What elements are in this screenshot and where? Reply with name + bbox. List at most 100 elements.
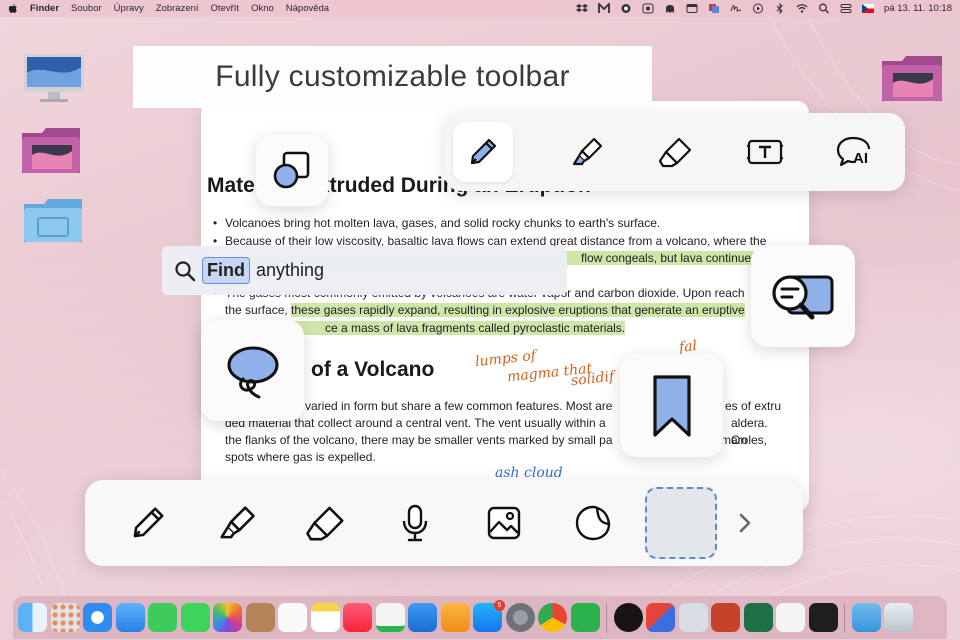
top-tool-toolbar: AI <box>445 113 905 191</box>
window-icon[interactable] <box>686 3 698 14</box>
dock-app-facetime[interactable] <box>148 603 177 632</box>
empty-tool-slot[interactable] <box>645 487 717 559</box>
dock-separator <box>606 602 607 633</box>
dock-app-finder[interactable] <box>18 603 47 632</box>
eraser-icon <box>305 506 343 541</box>
dock-app-spotify[interactable] <box>613 603 643 632</box>
ai-tool-button[interactable]: AI <box>809 122 898 182</box>
image-tool-button[interactable] <box>459 493 548 553</box>
shapes-tool-tile[interactable] <box>256 134 328 206</box>
find-keyword: Find <box>202 257 250 284</box>
paragraph-line: es of extru <box>725 399 782 413</box>
search-document-tile[interactable] <box>751 245 855 347</box>
ghost-icon[interactable] <box>664 3 676 14</box>
bullet-item: Volcanoes bring hot molten lava, gases, … <box>213 215 793 233</box>
czech-flag-icon[interactable] <box>862 3 875 14</box>
dock-app-keynote[interactable] <box>408 603 437 632</box>
dock-app-launchpad[interactable] <box>50 603 80 632</box>
dock-app-pages[interactable] <box>440 603 470 632</box>
dropbox-icon[interactable] <box>576 3 589 14</box>
eraser-tool-button-bottom[interactable] <box>281 493 370 553</box>
menubar-clock[interactable]: pá 13. 11. 10:18 <box>884 3 952 14</box>
blue-folder-icon[interactable] <box>22 196 84 244</box>
paragraph-line: maroles, <box>721 433 768 447</box>
play-icon[interactable] <box>752 3 764 14</box>
dock-app-mail[interactable] <box>115 603 145 632</box>
bullet-text: the surface, <box>225 303 292 317</box>
handwritten-note[interactable]: solidif <box>570 369 615 389</box>
dock-app-goodnotes[interactable] <box>776 603 805 632</box>
lasso-tool-tile[interactable] <box>201 320 304 421</box>
sticker-icon <box>575 505 610 541</box>
dock: 5 <box>12 595 948 640</box>
dock-app-messages[interactable] <box>180 603 210 632</box>
paragraph-line: spots where gas is expelled. <box>225 450 376 464</box>
apple-logo-icon[interactable] <box>8 3 18 14</box>
highlighter-tool-button-bottom[interactable] <box>192 493 281 553</box>
pen-icon <box>133 507 164 538</box>
control-center-icon[interactable] <box>840 3 852 14</box>
camera-icon[interactable] <box>620 3 632 14</box>
search-menubar-icon[interactable] <box>818 3 830 14</box>
dock-app-notes[interactable] <box>310 603 340 632</box>
find-bar[interactable]: Find anything <box>162 246 567 295</box>
ai-chat-icon: AI <box>836 136 870 167</box>
menu-bar: Finder Soubor Úpravy Zobrazení Otevřít O… <box>0 0 960 17</box>
menu-window[interactable]: Okno <box>251 3 274 14</box>
dock-app-folder[interactable] <box>851 603 881 632</box>
m-app-icon[interactable] <box>598 3 610 14</box>
banner-title: Fully customizable toolbar <box>215 60 570 93</box>
chevron-right-icon <box>739 513 751 533</box>
highlighter-tool-button[interactable] <box>542 122 631 182</box>
imac-drive-icon[interactable] <box>22 53 86 103</box>
pink-folder-topright-icon[interactable] <box>880 53 944 103</box>
dock-app-music[interactable] <box>343 603 372 632</box>
text-box-tool-button[interactable] <box>720 122 809 182</box>
dock-app-notes-brown[interactable] <box>245 603 275 632</box>
pen-tool-button[interactable] <box>453 122 513 182</box>
dock-app-dropbox-transfer[interactable] <box>646 603 675 632</box>
pen-tool-button-bottom[interactable] <box>103 493 192 553</box>
dock-app-safari[interactable] <box>83 603 112 632</box>
wifi-icon[interactable] <box>796 3 808 14</box>
dock-app-preview[interactable] <box>678 603 708 632</box>
more-tools-button[interactable] <box>725 493 765 553</box>
pink-folder-icon[interactable] <box>20 125 82 175</box>
bottom-tool-toolbar <box>85 480 803 566</box>
document-heading-2: of a Volcano <box>311 358 435 381</box>
translate-icon[interactable] <box>708 3 720 14</box>
dock-app-numbers[interactable] <box>375 603 405 632</box>
eraser-icon <box>658 137 691 168</box>
eraser-tool-button[interactable] <box>631 122 720 182</box>
dock-app-trash[interactable] <box>884 603 913 632</box>
dock-app-chrome[interactable] <box>538 603 567 632</box>
highlighter-icon <box>219 506 255 539</box>
search-icon <box>175 260 196 281</box>
dock-app-terminal[interactable] <box>808 603 838 632</box>
signature-icon[interactable] <box>730 3 742 14</box>
menu-help[interactable]: Nápověda <box>286 3 329 14</box>
menu-edit[interactable]: Úpravy <box>114 3 144 14</box>
dock-app-excel[interactable] <box>743 603 773 632</box>
dock-app-system-preferences[interactable] <box>505 603 535 632</box>
menu-file[interactable]: Soubor <box>71 3 102 14</box>
text-box-icon <box>746 139 783 165</box>
svg-text:AI: AI <box>853 150 868 167</box>
handwritten-note-blue[interactable]: ash cloud <box>495 465 563 481</box>
dock-app-photos[interactable] <box>213 603 242 632</box>
sticker-tool-button[interactable] <box>548 493 637 553</box>
microphone-icon <box>402 504 427 542</box>
shapes-icon <box>273 151 310 189</box>
menu-go[interactable]: Otevřít <box>211 3 240 14</box>
disk-icon[interactable] <box>642 3 654 14</box>
dock-separator <box>844 602 845 633</box>
bluetooth-icon[interactable] <box>774 3 786 14</box>
bookmark-tile[interactable] <box>620 354 723 457</box>
menu-app-name[interactable]: Finder <box>30 3 59 14</box>
dock-app-app-store[interactable]: 5 <box>473 600 505 632</box>
menu-view[interactable]: Zobrazení <box>156 3 199 14</box>
dock-app-powerpoint[interactable] <box>711 603 740 632</box>
dock-app-feedly[interactable] <box>570 603 600 632</box>
microphone-tool-button[interactable] <box>370 493 459 553</box>
dock-app-reminders[interactable] <box>278 603 307 632</box>
